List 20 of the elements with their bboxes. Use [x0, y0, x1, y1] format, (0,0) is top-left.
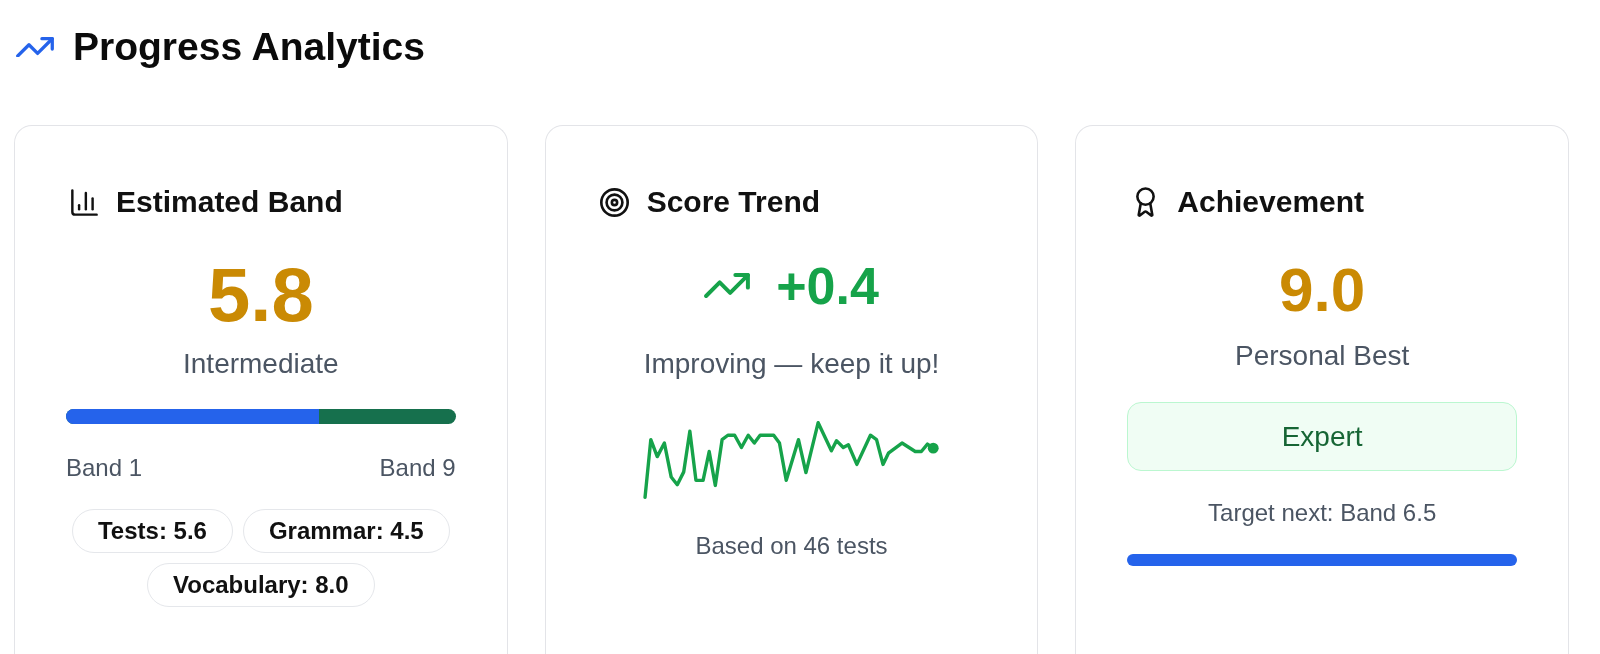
trend-message: Improving — keep it up! — [643, 347, 940, 381]
scale-label: Band 1 — [66, 453, 143, 482]
page-title: Progress Analytics — [73, 24, 425, 70]
card-title: Achievement — [1177, 184, 1365, 220]
level-label: Intermediate — [183, 347, 339, 381]
score-value: 5.8 — [208, 253, 314, 337]
award-icon — [1135, 187, 1155, 217]
score-change: +0.4 — [776, 257, 879, 315]
target-icon — [600, 187, 630, 217]
level-badge: Expert — [1127, 402, 1517, 471]
score-value: 9.0 — [1279, 256, 1366, 324]
trend-up-icon — [16, 36, 54, 58]
bar-chart-icon — [70, 188, 98, 216]
card-title: Score Trend — [646, 184, 821, 220]
achievement-label: Personal Best — [1235, 339, 1410, 373]
scale-label: Band 9 — [379, 453, 456, 482]
trend-up-icon — [704, 273, 751, 299]
target-text: Target next: Band 6.5 — [1207, 498, 1438, 527]
card-title: Estimated Band — [116, 184, 343, 220]
test-count: Based on 46 tests — [694, 531, 889, 560]
